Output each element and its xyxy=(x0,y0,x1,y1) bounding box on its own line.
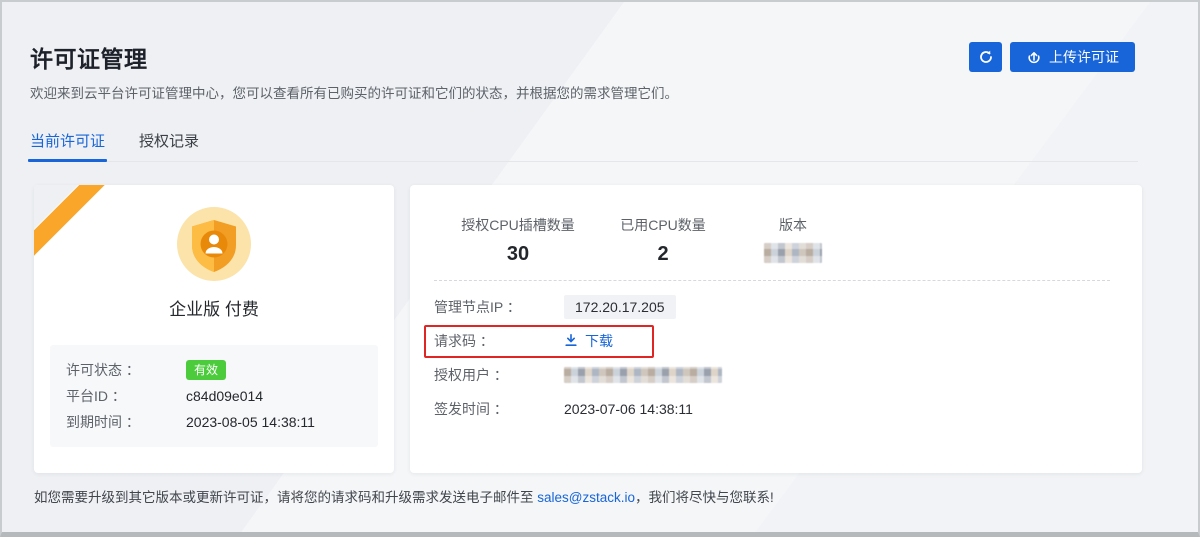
tab-current-license-label: 当前许可证 xyxy=(30,133,105,150)
issue-time-row: 签发时间 ： 2023-07-06 14:38:11 xyxy=(434,392,1118,426)
authorized-user-row: 授权用户 ： xyxy=(434,358,1118,392)
upload-icon xyxy=(1026,49,1042,65)
upload-license-label: 上传许可证 xyxy=(1049,47,1119,67)
tab-authorization-records[interactable]: 授权记录 xyxy=(139,130,199,161)
issue-time-label: 签发时间 ： xyxy=(434,399,564,419)
stat-authorized-cpu-sockets-value: 30 xyxy=(438,243,598,266)
authorized-user-label: 授权用户 ： xyxy=(434,365,564,385)
tabs-bar: 当前许可证 授权记录 xyxy=(30,130,1138,162)
expire-time-value: 2023-08-05 14:38:11 xyxy=(186,414,315,430)
refresh-button[interactable] xyxy=(969,42,1002,72)
stat-authorized-cpu-sockets: 授权CPU插槽数量 30 xyxy=(438,215,598,268)
license-status-panel: 许可状态 ： 有效 平台ID ： c84d09e014 到期时间 ： 2023-… xyxy=(50,345,378,447)
issue-time-value: 2023-07-06 14:38:11 xyxy=(564,401,693,417)
tab-authorization-records-label: 授权记录 xyxy=(139,133,199,150)
platform-id-value: c84d09e014 xyxy=(186,388,263,404)
tab-current-license[interactable]: 当前许可证 xyxy=(30,130,105,161)
management-node-ip-value: 172.20.17.205 xyxy=(564,295,676,319)
request-code-download-link[interactable]: 下载 xyxy=(564,331,613,351)
shield-user-icon xyxy=(177,207,251,281)
license-detail-rows: 管理节点IP ： 172.20.17.205 请求码 ： 下载 xyxy=(434,290,1118,426)
page-title: 许可证管理 xyxy=(30,40,148,74)
stat-authorized-cpu-sockets-label: 授权CPU插槽数量 xyxy=(438,215,598,235)
authorized-user-value-redacted xyxy=(564,367,722,383)
license-detail-card: 授权CPU插槽数量 30 已用CPU数量 2 版本 管理节点IP ： 172.2… xyxy=(410,185,1142,473)
dashed-divider xyxy=(434,280,1110,281)
platform-id-label: 平台ID ： xyxy=(66,386,186,406)
footer-text-before: 如您需要升级到其它版本或更新许可证，请将您的请求码和升级需求发送电子邮件至 xyxy=(34,490,537,505)
license-management-page: 许可证管理 欢迎来到云平台许可证管理中心，您可以查看所有已购买的许可证和它们的状… xyxy=(0,0,1200,537)
expire-time-row: 到期时间 ： 2023-08-05 14:38:11 xyxy=(66,409,362,435)
download-icon xyxy=(564,333,578,350)
stat-used-cpu: 已用CPU数量 2 xyxy=(598,215,728,268)
stat-used-cpu-label: 已用CPU数量 xyxy=(598,215,728,235)
sales-email-link[interactable]: sales@zstack.io xyxy=(537,490,635,505)
version-value-redacted xyxy=(764,243,822,263)
refresh-icon xyxy=(978,49,994,65)
management-node-ip-label: 管理节点IP ： xyxy=(434,297,564,317)
upload-license-button[interactable]: 上传许可证 xyxy=(1010,42,1135,72)
header-actions: 上传许可证 xyxy=(969,42,1135,72)
license-status-label: 许可状态 ： xyxy=(66,360,186,380)
stat-used-cpu-value: 2 xyxy=(598,243,728,266)
platform-id-row: 平台ID ： c84d09e014 xyxy=(66,383,362,409)
license-stats: 授权CPU插槽数量 30 已用CPU数量 2 版本 xyxy=(438,215,858,268)
status-badge: 有效 xyxy=(186,360,226,380)
corner-ribbon xyxy=(34,185,126,277)
stat-version: 版本 xyxy=(728,215,858,268)
edition-label: 企业版 付费 xyxy=(34,295,394,320)
license-summary-card: 企业版 付费 许可状态 ： 有效 平台ID ： c84d09e014 到期时间 … xyxy=(34,185,394,473)
footer-text-after: ，我们将尽快与您联系! xyxy=(635,490,774,505)
request-code-row: 请求码 ： 下载 xyxy=(434,324,1118,358)
request-code-label: 请求码 ： xyxy=(434,331,564,351)
page-subtitle: 欢迎来到云平台许可证管理中心，您可以查看所有已购买的许可证和它们的状态，并根据您… xyxy=(30,82,678,102)
management-node-ip-row: 管理节点IP ： 172.20.17.205 xyxy=(434,290,1118,324)
footer-note: 如您需要升级到其它版本或更新许可证，请将您的请求码和升级需求发送电子邮件至 sa… xyxy=(34,486,774,506)
license-status-row: 许可状态 ： 有效 xyxy=(66,357,362,383)
expire-time-label: 到期时间 ： xyxy=(66,412,186,432)
download-link-label: 下载 xyxy=(585,331,613,351)
stat-version-label: 版本 xyxy=(728,215,858,235)
